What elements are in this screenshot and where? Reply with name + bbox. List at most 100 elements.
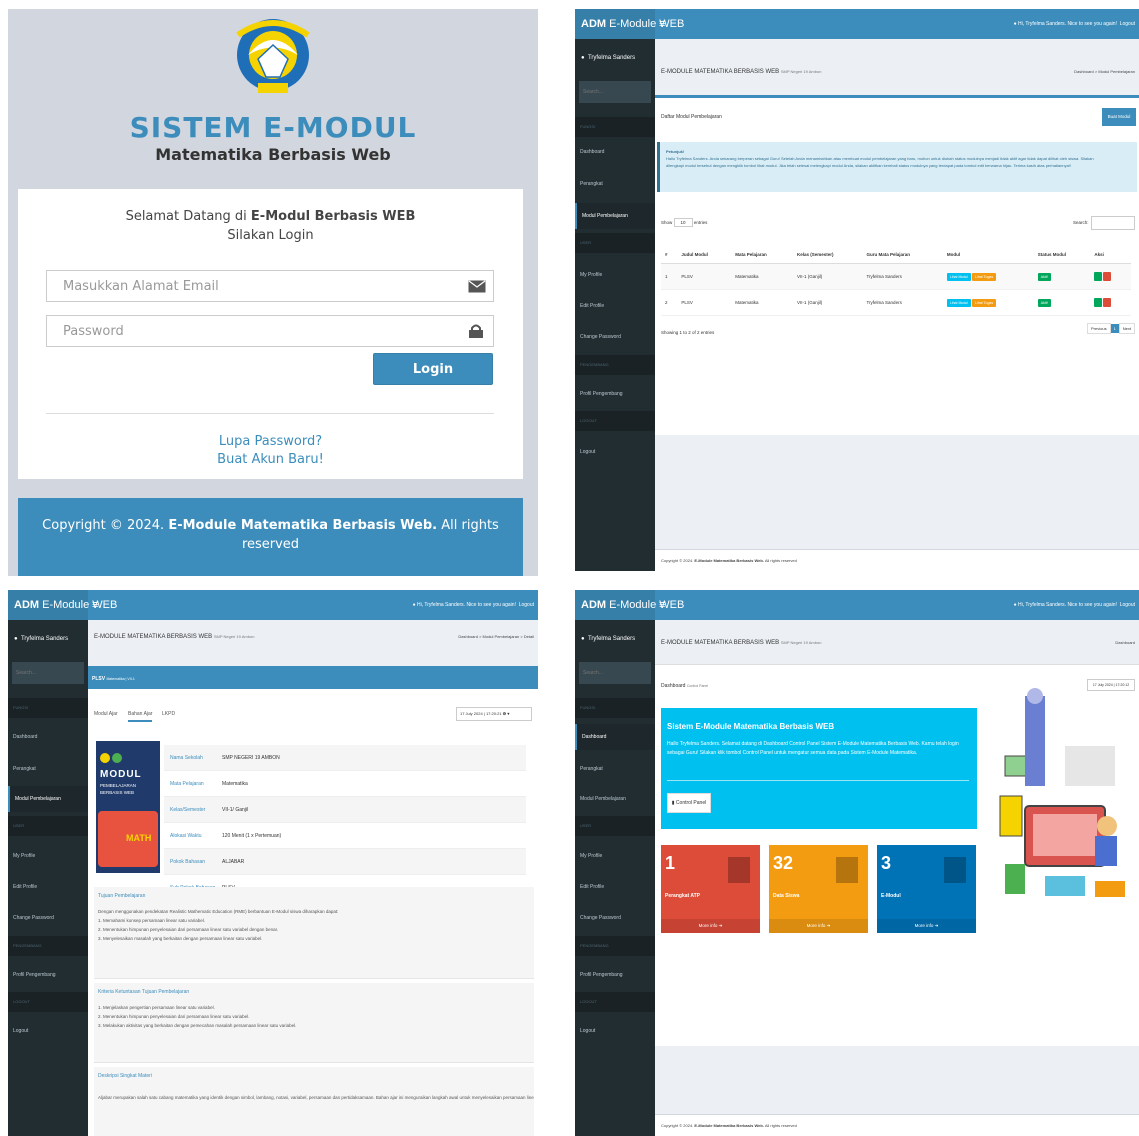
- previous-button[interactable]: Previous: [1087, 323, 1111, 334]
- sidebar-item-perangkat[interactable]: Perangkat: [575, 171, 655, 197]
- password-input[interactable]: [46, 315, 494, 347]
- sidebar-toggle-icon[interactable]: ≡: [659, 9, 665, 39]
- table-header[interactable]: Judul Modul: [677, 246, 732, 264]
- cell-modul: Lihat Modul Lihat Tugas: [942, 289, 1034, 316]
- sidebar-item-dashboard[interactable]: Dashboard: [575, 139, 655, 165]
- table-header[interactable]: Guru Mata Pelajaran: [862, 246, 943, 264]
- sidebar-item-modul[interactable]: Modul Pembelajaran: [575, 203, 655, 229]
- sidebar-item-logout[interactable]: Logout: [8, 1018, 88, 1044]
- sidebar-item-perangkat[interactable]: Perangkat: [8, 756, 88, 782]
- section-kriteria-title: Kriteria Ketuntasan Tujuan Pembelajaran: [98, 989, 190, 995]
- sidebar-item-change-password[interactable]: Change Password: [575, 324, 655, 350]
- sidebar-item-change-password[interactable]: Change Password: [575, 905, 655, 931]
- section-tujuan-title: Tujuan Pembelajaran: [98, 893, 146, 899]
- status-badge[interactable]: Aktif: [1037, 272, 1051, 281]
- delete-icon[interactable]: [1103, 272, 1112, 281]
- sidebar-item-profile[interactable]: My Profile: [575, 262, 655, 288]
- table-header[interactable]: Mata Pelajaran: [731, 246, 793, 264]
- view-modul-button[interactable]: Lihat Modul: [946, 272, 971, 281]
- register-link[interactable]: Buat Akun Baru!: [18, 452, 523, 467]
- page-1-button[interactable]: 1: [1110, 324, 1119, 333]
- pagination: Previous 1 Next: [1087, 323, 1136, 334]
- footer-suffix: All rights reserved: [763, 558, 797, 563]
- brand-logo[interactable]: ADM E-Module WEB: [8, 590, 117, 620]
- sidebar-item-change-password[interactable]: Change Password: [8, 905, 88, 931]
- tab-bahan-ajar[interactable]: Bahan Ajar: [128, 711, 153, 722]
- email-input[interactable]: [46, 270, 494, 302]
- forgot-password-link[interactable]: Lupa Password?: [18, 434, 523, 449]
- gear-icon[interactable]: ⚙ ▾: [503, 711, 510, 716]
- cover-badge-icon: [112, 753, 122, 763]
- sidebar-toggle-icon[interactable]: ≡: [659, 590, 665, 620]
- sidebar-search-input[interactable]: [12, 662, 84, 684]
- tab-lkpd[interactable]: LKPD: [162, 711, 175, 717]
- delete-icon[interactable]: [1103, 298, 1112, 307]
- more-info-link[interactable]: More info ➜: [769, 919, 868, 933]
- control-panel-button[interactable]: ▮ Control Panel: [667, 793, 711, 813]
- sidebar-username: Tryfelma Sanders: [587, 636, 636, 642]
- sidebar-item-edit-profile[interactable]: Edit Profile: [8, 874, 88, 900]
- table-header[interactable]: Modul: [942, 246, 1034, 264]
- brand-logo[interactable]: ADM E-Module WEB: [575, 590, 684, 620]
- menu-section-user: USER: [575, 233, 655, 253]
- more-info-link[interactable]: More info ➜: [661, 919, 760, 933]
- sidebar-item-edit-profile[interactable]: Edit Profile: [575, 293, 655, 319]
- sidebar-item-perangkat[interactable]: Perangkat: [575, 756, 655, 782]
- next-button[interactable]: Next: [1118, 323, 1136, 334]
- more-info-link[interactable]: More info ➜: [877, 919, 976, 933]
- table-header[interactable]: Kelas (Semester): [792, 246, 863, 264]
- brand-logo[interactable]: ADM E-Module WEB: [575, 9, 684, 39]
- sidebar-item-dashboard[interactable]: Dashboard: [575, 724, 655, 750]
- view-task-button[interactable]: Lihat Tugas: [972, 272, 997, 281]
- sidebar-item-dev-profile[interactable]: Profil Pengembang: [575, 962, 655, 988]
- crumb-modul[interactable]: Modul Pembelajaran: [483, 634, 520, 639]
- sidebar-item-profile[interactable]: My Profile: [575, 843, 655, 869]
- table-header[interactable]: #: [661, 246, 678, 264]
- logout-link[interactable]: Logout: [519, 602, 534, 608]
- cover-math-label: MATH: [126, 833, 152, 843]
- table-header[interactable]: Aksi: [1090, 246, 1131, 264]
- crumb-dashboard[interactable]: Dashboard: [1074, 69, 1094, 74]
- sidebar-item-dev-profile[interactable]: Profil Pengembang: [8, 962, 88, 988]
- brand-bold: ADM: [581, 18, 607, 30]
- detail-field-row: Pokok Bahasan ALJABAR: [164, 849, 526, 875]
- sidebar-item-modul[interactable]: Modul Pembelajaran: [8, 786, 88, 812]
- sidebar-item-edit-profile[interactable]: Edit Profile: [575, 874, 655, 900]
- top-header: ADM E-Module WEB ≡ ● Hi, Tryfelma Sander…: [8, 590, 538, 620]
- tab-modul-ajar[interactable]: Modul Ajar: [94, 711, 118, 717]
- sidebar-item-logout[interactable]: Logout: [575, 1018, 655, 1044]
- edit-icon[interactable]: [1094, 298, 1103, 307]
- sidebar-item-dev-profile[interactable]: Profil Pengembang: [575, 381, 655, 407]
- status-badge[interactable]: Aktif: [1037, 298, 1051, 307]
- sidebar-item-modul[interactable]: Modul Pembelajaran: [575, 786, 655, 812]
- crumb-dashboard[interactable]: Dashboard: [1115, 640, 1135, 645]
- sidebar-item-logout[interactable]: Logout: [575, 439, 655, 465]
- sidebar-search-input[interactable]: [579, 662, 651, 684]
- edit-icon[interactable]: [1094, 272, 1103, 281]
- login-button[interactable]: Login: [373, 353, 493, 385]
- view-modul-button[interactable]: Lihat Modul: [946, 298, 971, 307]
- arrow-circle-icon: ➜: [826, 923, 831, 928]
- view-task-button[interactable]: Lihat Tugas: [972, 298, 997, 307]
- sidebar-user: ● Tryfelma Sanders: [581, 636, 636, 642]
- user-icon: ●: [1013, 602, 1017, 608]
- sidebar-toggle-icon[interactable]: ≡: [92, 590, 98, 620]
- main-content: E-MODULE MATEMATIKA BERBASIS WEB SMP Neg…: [88, 620, 538, 1136]
- logout-link[interactable]: Logout: [1120, 21, 1135, 27]
- entries-select[interactable]: 10: [673, 218, 693, 227]
- stat-icon: [834, 855, 860, 885]
- hero-title: Sistem E-Module Matematika Berbasis WEB: [667, 722, 835, 731]
- sidebar-item-profile[interactable]: My Profile: [8, 843, 88, 869]
- content-header: E-MODULE MATEMATIKA BERBASIS WEB SMP Neg…: [94, 634, 254, 640]
- sidebar-search-input[interactable]: [579, 81, 651, 103]
- table-header[interactable]: Status Modul: [1033, 246, 1091, 264]
- sidebar-item-dashboard[interactable]: Dashboard: [8, 724, 88, 750]
- menu-section-logout: LOGOUT: [575, 411, 655, 431]
- sidebar: ● Tryfelma Sanders FUNGSI Dashboard Pera…: [575, 39, 655, 571]
- table-search-input[interactable]: [1091, 216, 1135, 230]
- add-modul-button[interactable]: Buat Modul: [1102, 108, 1136, 126]
- detail-field-row: Nama Sekolah SMP NEGERI 19 AMBON: [164, 745, 526, 771]
- crumb-dashboard[interactable]: Dashboard: [458, 634, 478, 639]
- logout-link[interactable]: Logout: [1120, 602, 1135, 608]
- content-subtitle: SMP Negeri 19 Ambon: [213, 634, 255, 639]
